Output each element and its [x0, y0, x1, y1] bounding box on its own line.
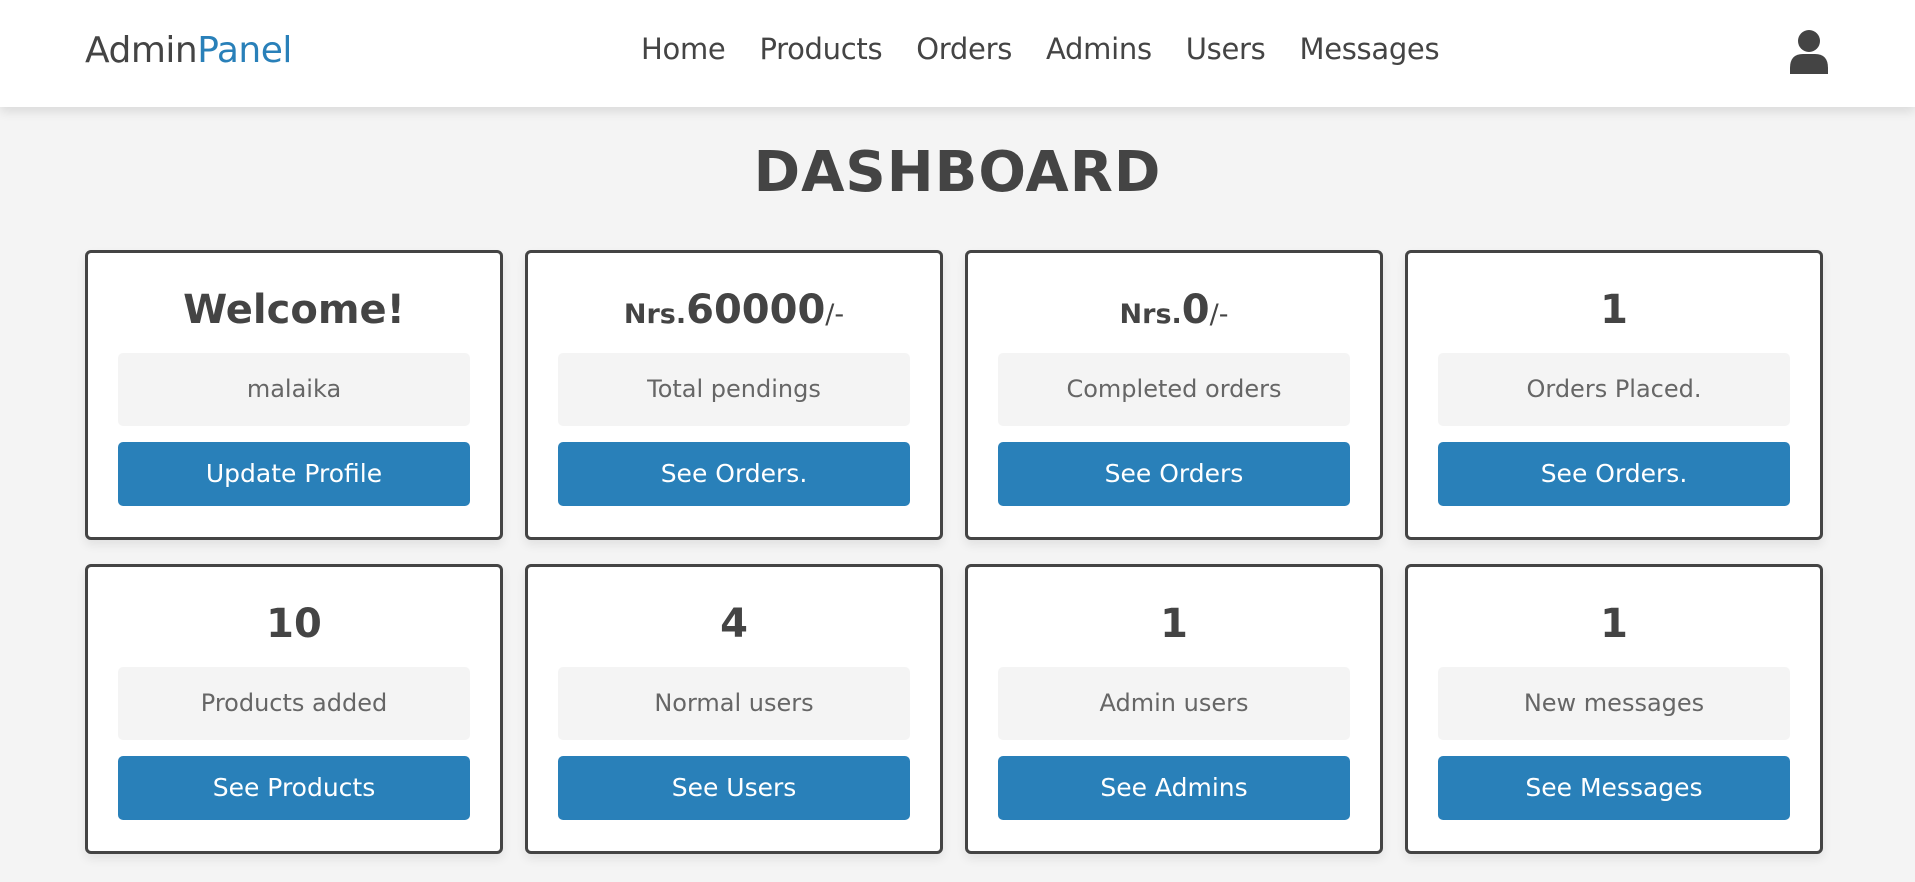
card-heading: 1: [1600, 601, 1628, 647]
nav-users[interactable]: Users: [1186, 32, 1266, 66]
card-label: Total pendings: [558, 353, 910, 426]
card-completed-orders: Nrs.0/- Completed orders See Orders: [965, 250, 1383, 540]
card-label: Admin users: [998, 667, 1350, 740]
card-heading: 1: [1160, 601, 1188, 647]
amount-suffix: /-: [825, 299, 845, 330]
logo-link[interactable]: AdminPanel: [85, 30, 292, 71]
amount-value: 0: [1181, 287, 1210, 333]
card-heading: Nrs.0/-: [968, 286, 1380, 339]
card-heading: 10: [266, 601, 322, 647]
card-label: New messages: [1438, 667, 1790, 740]
nav-admins[interactable]: Admins: [1046, 32, 1152, 66]
amount-suffix: /-: [1209, 299, 1229, 330]
see-admins-button[interactable]: See Admins: [998, 756, 1350, 820]
update-profile-button[interactable]: Update Profile: [118, 442, 470, 506]
card-label: Products added: [118, 667, 470, 740]
card-admin-users: 1 Admin users See Admins: [965, 564, 1383, 854]
dashboard-grid: Welcome! malaika Update Profile Nrs.6000…: [85, 250, 1825, 854]
see-placed-orders-button[interactable]: See Orders.: [1438, 442, 1790, 506]
card-new-messages: 1 New messages See Messages: [1405, 564, 1823, 854]
card-welcome: Welcome! malaika Update Profile: [85, 250, 503, 540]
card-heading: 4: [720, 601, 748, 647]
header: AdminPanel Home Products Orders Admins U…: [0, 0, 1915, 107]
logo-main: Admin: [85, 30, 198, 71]
card-label: Normal users: [558, 667, 910, 740]
card-label: Orders Placed.: [1438, 353, 1790, 426]
card-label: malaika: [118, 353, 470, 426]
amount-value: 60000: [686, 287, 826, 333]
currency-label: Nrs.: [1119, 299, 1182, 330]
card-heading: Nrs.60000/-: [528, 286, 940, 339]
nav-messages[interactable]: Messages: [1299, 32, 1439, 66]
card-orders-placed: 1 Orders Placed. See Orders.: [1405, 250, 1823, 540]
see-messages-button[interactable]: See Messages: [1438, 756, 1790, 820]
main-nav: Home Products Orders Admins Users Messag…: [641, 32, 1440, 66]
nav-home[interactable]: Home: [641, 32, 726, 66]
user-icon[interactable]: [1788, 30, 1830, 74]
card-heading: Welcome!: [183, 287, 405, 333]
card-products-added: 10 Products added See Products: [85, 564, 503, 854]
see-orders-button[interactable]: See Orders.: [558, 442, 910, 506]
see-users-button[interactable]: See Users: [558, 756, 910, 820]
card-total-pendings: Nrs.60000/- Total pendings See Orders.: [525, 250, 943, 540]
see-completed-orders-button[interactable]: See Orders: [998, 442, 1350, 506]
card-normal-users: 4 Normal users See Users: [525, 564, 943, 854]
logo-accent: Panel: [197, 30, 292, 71]
currency-label: Nrs.: [623, 299, 687, 330]
see-products-button[interactable]: See Products: [118, 756, 470, 820]
card-heading: 1: [1600, 287, 1628, 333]
nav-products[interactable]: Products: [759, 32, 882, 66]
card-label: Completed orders: [998, 353, 1350, 426]
nav-orders[interactable]: Orders: [916, 32, 1012, 66]
page-title: DASHBOARD: [753, 140, 1162, 205]
